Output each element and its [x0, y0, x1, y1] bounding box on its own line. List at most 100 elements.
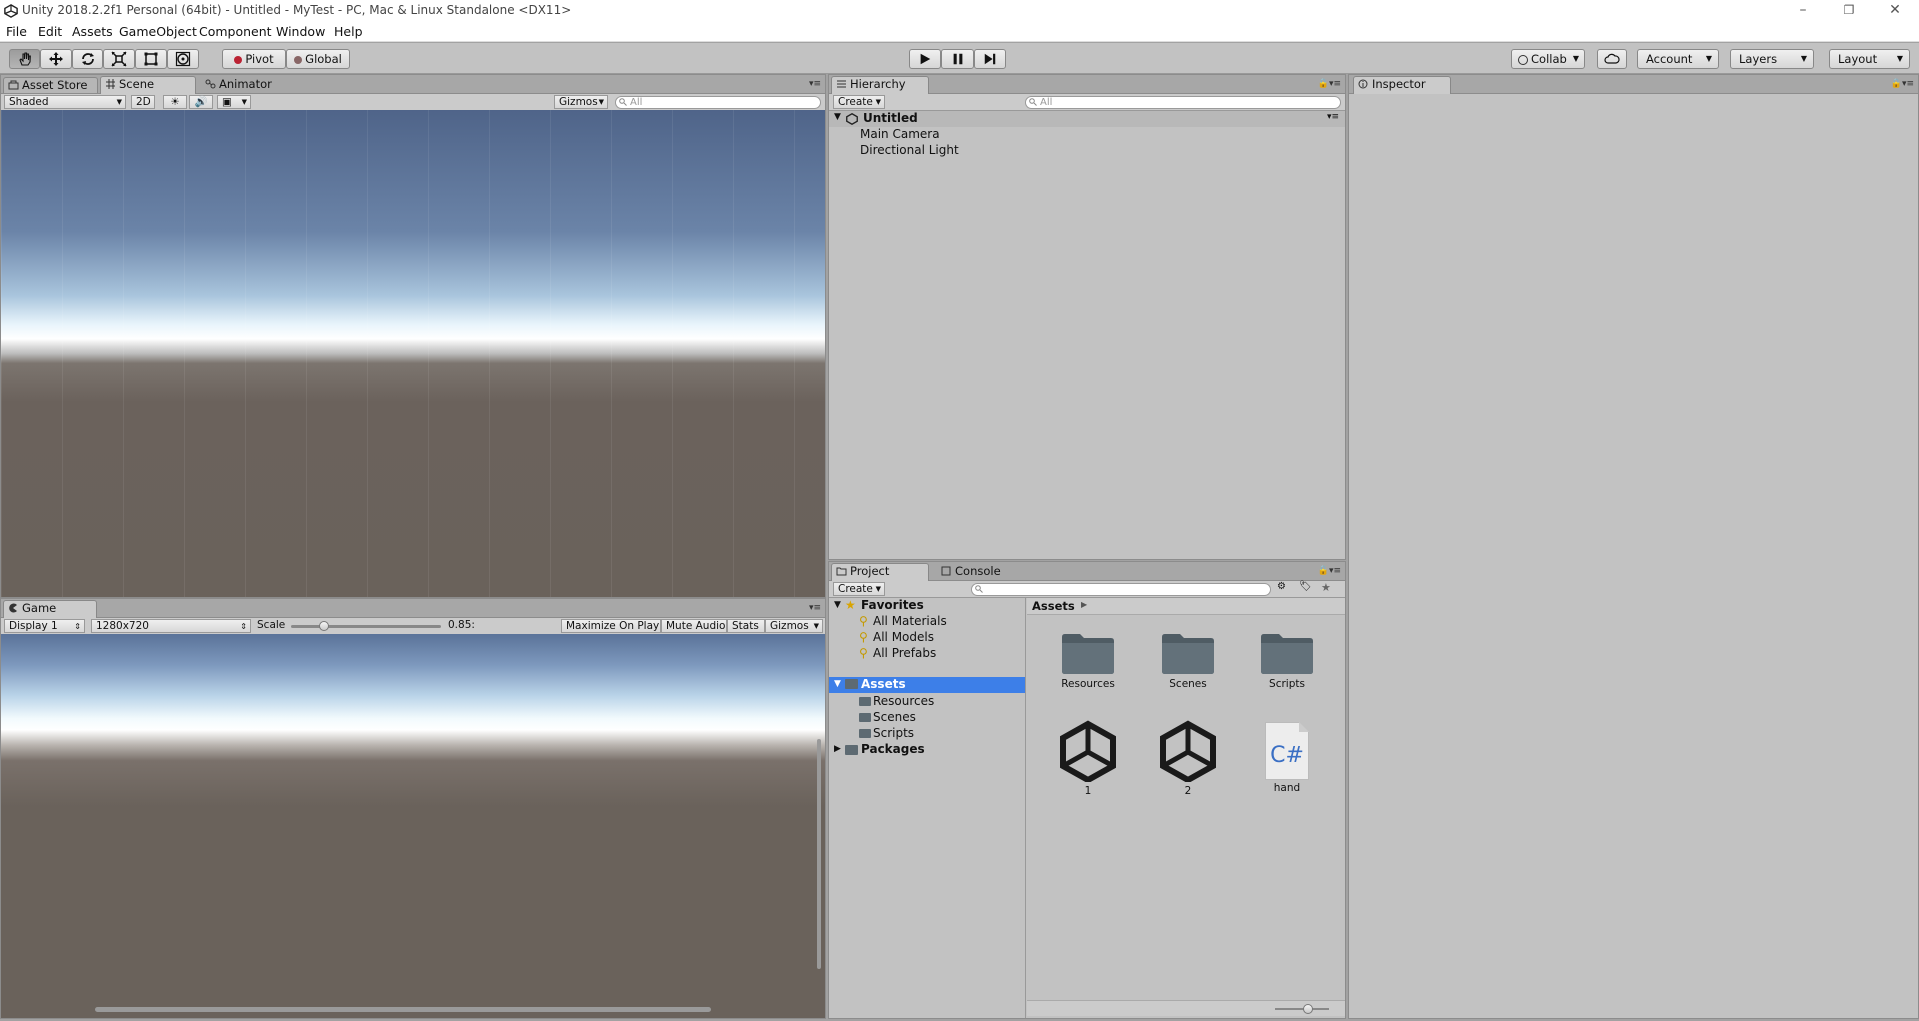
global-toggle[interactable]: Global: [286, 49, 350, 69]
close-button[interactable]: ✕: [1872, 0, 1918, 22]
play-button[interactable]: [909, 49, 941, 69]
tab-game[interactable]: Game: [3, 600, 97, 618]
lighting-toggle[interactable]: ☀: [163, 95, 187, 109]
hierarchy-search-input[interactable]: All: [1025, 96, 1341, 109]
menu-window[interactable]: Window: [276, 24, 325, 39]
favorite-all-models[interactable]: All Models: [873, 630, 934, 644]
tab-inspector[interactable]: Inspector: [1353, 76, 1451, 94]
csharp-script-icon: C#: [1265, 722, 1309, 780]
rotate-tool-button[interactable]: [72, 49, 103, 69]
tab-console[interactable]: Console: [937, 564, 1017, 580]
scene-gizmos-dropdown[interactable]: Gizmos ▼: [554, 95, 608, 109]
expand-arrow-icon[interactable]: ▶: [834, 744, 841, 754]
favorites-header[interactable]: Favorites: [861, 598, 924, 612]
pause-button[interactable]: [941, 49, 974, 69]
audio-toggle[interactable]: 🔊: [189, 95, 213, 109]
effects-dropdown[interactable]: ▣ ▼: [217, 95, 251, 109]
tree-folder-scripts[interactable]: Scripts: [873, 726, 914, 740]
tab-animator[interactable]: Animator: [201, 77, 286, 93]
tree-folder-scenes[interactable]: Scenes: [873, 710, 916, 724]
lock-menu-icon[interactable]: 🔒▾≡: [1318, 566, 1341, 576]
menu-assets[interactable]: Assets: [72, 24, 113, 39]
hierarchy-item-main-camera[interactable]: Main Camera: [860, 127, 940, 141]
collab-dropdown[interactable]: Collab ▼: [1511, 49, 1585, 69]
maximize-on-play-toggle[interactable]: Maximize On Play: [561, 619, 661, 633]
layers-dropdown[interactable]: Layers ▼: [1730, 49, 1814, 69]
account-dropdown[interactable]: Account ▼: [1637, 49, 1719, 69]
panel-menu-icon[interactable]: ▾≡: [809, 603, 821, 613]
menu-component[interactable]: Component: [199, 24, 272, 39]
cloud-button[interactable]: [1597, 49, 1627, 69]
minimize-button[interactable]: –: [1780, 0, 1826, 22]
display-dropdown[interactable]: Display 1 ⇕: [4, 619, 85, 633]
scene-gizmos-label: Gizmos: [559, 96, 598, 108]
asset-tile-scenes[interactable]: Scenes: [1148, 631, 1228, 690]
rect-tool-button[interactable]: [135, 49, 167, 69]
scale-slider[interactable]: [291, 621, 441, 631]
asset-tile-resources[interactable]: Resources: [1048, 631, 1128, 690]
scene-header-row[interactable]: ▼ Untitled ▾≡: [829, 111, 1345, 127]
panel-menu-icon[interactable]: ▾≡: [809, 79, 821, 89]
game-gizmos-dropdown[interactable]: Gizmos ▼: [765, 619, 823, 633]
menu-file[interactable]: File: [6, 24, 27, 39]
menu-edit[interactable]: Edit: [38, 24, 62, 39]
move-tool-button[interactable]: [40, 49, 72, 69]
pivot-toggle[interactable]: Pivot: [222, 49, 286, 69]
hand-tool-button[interactable]: [9, 49, 40, 69]
stats-toggle[interactable]: Stats: [727, 619, 765, 633]
window-titlebar: Unity 2018.2.2f1 Personal (64bit) - Unti…: [0, 0, 1919, 22]
scale-slider-handle[interactable]: [319, 621, 329, 631]
info-icon: [1358, 79, 1368, 89]
stepper-icon: ⇕: [240, 622, 247, 631]
restore-button[interactable]: ❐: [1826, 0, 1872, 22]
hierarchy-create-dropdown[interactable]: Create ▼: [833, 95, 885, 109]
menu-gameobject[interactable]: GameObject: [119, 24, 197, 39]
tab-scene[interactable]: Scene: [100, 76, 196, 94]
favorite-star-icon[interactable]: ★: [1321, 581, 1331, 594]
vertical-scrollbar[interactable]: [817, 739, 821, 969]
search-icon: ⚲: [859, 614, 868, 628]
filter-by-type-icon[interactable]: ⚙: [1277, 581, 1286, 592]
lock-menu-icon[interactable]: 🔒▾≡: [1891, 79, 1914, 89]
lock-menu-icon[interactable]: 🔒▾≡: [1318, 79, 1341, 89]
expand-arrow-icon[interactable]: ▼: [834, 679, 841, 689]
tab-project[interactable]: Project: [831, 563, 929, 581]
2d-toggle[interactable]: 2D: [131, 95, 155, 109]
expand-arrow-icon[interactable]: ▼: [834, 112, 841, 122]
layout-dropdown[interactable]: Layout ▼: [1829, 49, 1910, 69]
breadcrumb-assets[interactable]: Assets: [1032, 599, 1075, 613]
icon-size-slider[interactable]: [1275, 1004, 1329, 1014]
hierarchy-item-directional-light[interactable]: Directional Light: [860, 143, 959, 157]
tree-folder-resources[interactable]: Resources: [873, 694, 934, 708]
packages-tree-label[interactable]: Packages: [861, 742, 925, 756]
horizontal-scrollbar[interactable]: [95, 1007, 711, 1012]
favorite-all-prefabs[interactable]: All Prefabs: [873, 646, 936, 660]
asset-tile-scene-2[interactable]: 2: [1148, 720, 1228, 797]
mute-audio-toggle[interactable]: Mute Audio: [661, 619, 727, 633]
asset-tile-label: hand: [1273, 782, 1301, 794]
scene-viewport[interactable]: [1, 110, 825, 597]
global-label: Global: [305, 52, 342, 66]
expand-arrow-icon[interactable]: ▼: [834, 600, 841, 610]
asset-tile-scene-1[interactable]: 1: [1048, 720, 1128, 797]
assets-tree-item-selected[interactable]: ▼ Assets: [829, 677, 1025, 693]
asset-tile-hand-script[interactable]: C# hand: [1247, 720, 1327, 794]
resolution-dropdown[interactable]: 1280x720 ⇕: [91, 619, 251, 633]
transform-tool-button[interactable]: [167, 49, 199, 69]
project-search-input[interactable]: [971, 583, 1271, 596]
tab-hierarchy[interactable]: Hierarchy: [831, 76, 929, 94]
project-create-dropdown[interactable]: Create ▼: [833, 582, 885, 596]
menu-help[interactable]: Help: [334, 24, 363, 39]
favorite-all-materials[interactable]: All Materials: [873, 614, 947, 628]
shading-mode-dropdown[interactable]: Shaded ▼: [4, 95, 126, 109]
asset-tile-scripts[interactable]: Scripts: [1247, 631, 1327, 690]
globe-icon: [294, 56, 303, 64]
icon-size-slider-handle[interactable]: [1303, 1004, 1313, 1014]
scene-search-input[interactable]: All: [615, 96, 821, 109]
game-viewport[interactable]: [1, 634, 825, 1018]
tab-asset-store[interactable]: Asset Store: [3, 77, 98, 93]
scale-tool-button[interactable]: [103, 49, 135, 69]
step-button[interactable]: [974, 49, 1006, 69]
scene-menu-icon[interactable]: ▾≡: [1327, 112, 1339, 122]
filter-by-label-icon[interactable]: 🏷: [1299, 581, 1312, 592]
